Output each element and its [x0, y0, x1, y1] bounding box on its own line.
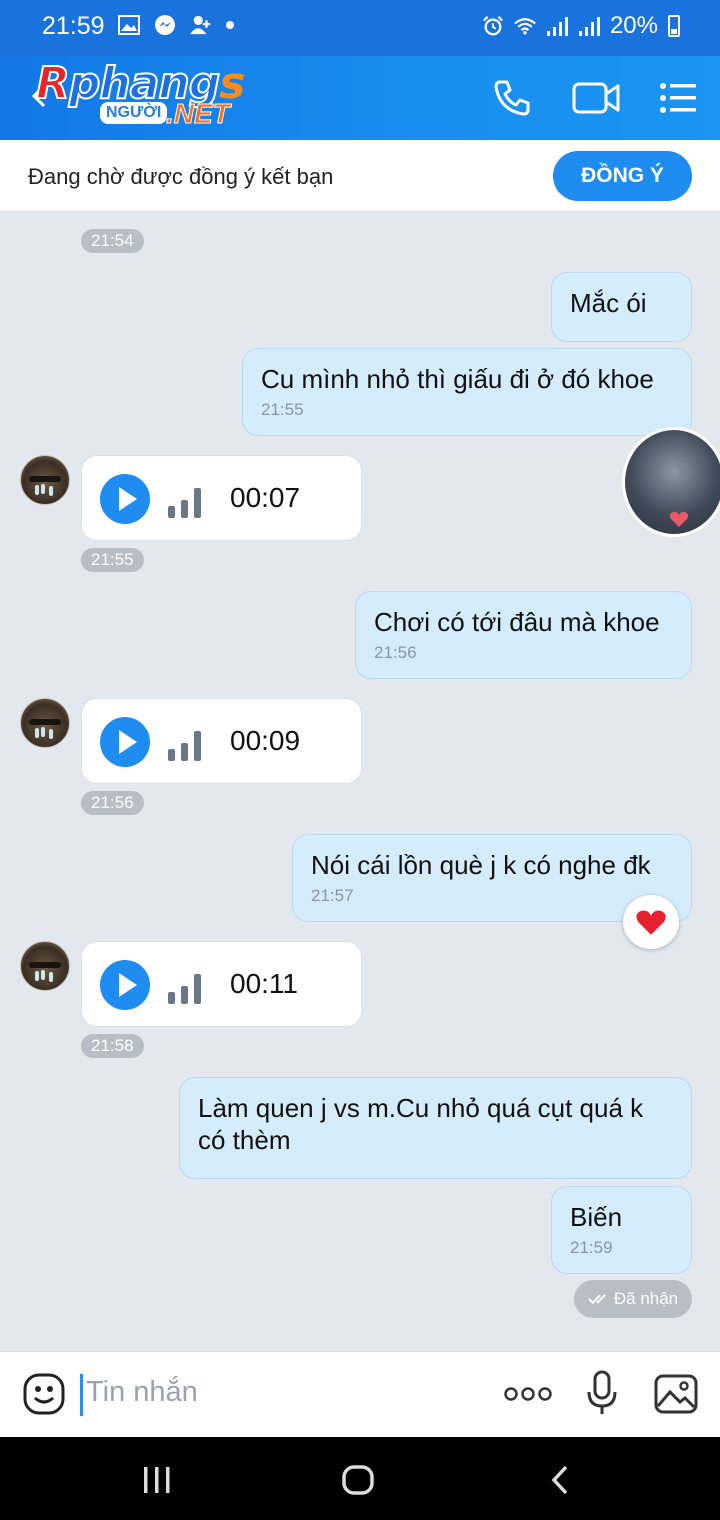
avatar[interactable]: [20, 698, 70, 748]
watermark-logo: Rphangs NGƯỜI .NET: [35, 57, 256, 138]
message-bubble-sent[interactable]: Cu mình nhỏ thì giấu đi ở đó khoe 21:55: [242, 348, 692, 436]
voice-message[interactable]: 00:11: [81, 941, 362, 1027]
heart-icon: [636, 910, 666, 935]
message-text: Cu mình nhỏ thì giấu đi ở đó khoe: [261, 364, 654, 394]
back-icon[interactable]: [550, 1465, 570, 1500]
message-text: Nói cái lồn què j k có nghe đk: [311, 850, 651, 880]
add-contact-icon: [190, 14, 212, 36]
gallery-icon: [118, 14, 140, 36]
logo-net: .NET: [166, 98, 231, 130]
logo-sub: NGƯỜI: [100, 102, 168, 124]
menu-icon[interactable]: [658, 78, 698, 123]
voice-message[interactable]: 00:07: [81, 455, 362, 541]
message-bubble-sent[interactable]: Làm quen j vs m.Cu nhỏ quá cụt quá k có …: [179, 1077, 692, 1179]
voice-duration: 00:09: [230, 725, 301, 756]
home-icon[interactable]: [342, 1465, 374, 1500]
message-text: Chơi có tới đâu mà khoe: [374, 607, 660, 637]
video-call-icon[interactable]: [572, 78, 620, 123]
phone-icon[interactable]: [492, 78, 532, 123]
timestamp-pill: 21:56: [81, 791, 144, 815]
microphone-icon[interactable]: [586, 1370, 618, 1423]
image-icon[interactable]: [654, 1374, 698, 1419]
alarm-icon: [482, 15, 504, 37]
double-check-icon: [588, 1294, 606, 1305]
battery-icon: [668, 15, 680, 37]
message-text: Làm quen j vs m.Cu nhỏ quá cụt quá k có …: [198, 1093, 644, 1155]
timestamp-pill: 21:55: [81, 548, 144, 572]
message-text: Mắc ói: [570, 288, 647, 318]
battery-level: 20%: [609, 12, 658, 39]
signal-icon: [578, 15, 600, 37]
text-caret: [80, 1374, 83, 1416]
message-bubble-sent[interactable]: Biến 21:59: [551, 1186, 692, 1274]
voice-duration: 00:07: [230, 482, 301, 513]
play-icon[interactable]: [100, 474, 150, 524]
voice-message[interactable]: 00:09: [81, 698, 362, 784]
audio-bars-icon: [168, 972, 208, 1004]
chat-header: Rphangs NGƯỜI .NET: [0, 56, 720, 140]
play-icon[interactable]: [100, 960, 150, 1010]
audio-bars-icon: [168, 486, 208, 518]
heart-icon: [669, 511, 689, 527]
message-time: 21:57: [311, 886, 354, 905]
message-bubble-sent[interactable]: Mắc ói: [551, 272, 692, 342]
more-icon[interactable]: [504, 1386, 552, 1407]
status-time: 21:59: [42, 12, 105, 40]
message-input[interactable]: Tin nhắn: [86, 1376, 198, 1409]
delivery-status: Đã nhận: [574, 1280, 692, 1318]
message-input-bar: Tin nhắn: [0, 1351, 720, 1437]
messenger-icon: [154, 14, 176, 36]
message-text: Biến: [570, 1202, 623, 1232]
emoji-icon[interactable]: [22, 1372, 66, 1421]
message-bubble-sent[interactable]: Chơi có tới đâu mà khoe 21:56: [355, 591, 692, 679]
voice-duration: 00:11: [230, 968, 298, 999]
message-time: 21:56: [374, 643, 417, 662]
timestamp-pill: 21:54: [81, 229, 144, 253]
play-icon[interactable]: [100, 717, 150, 767]
avatar[interactable]: [20, 455, 70, 505]
status-bar: 21:59 20%: [0, 0, 720, 56]
audio-bars-icon: [168, 729, 208, 761]
agree-button[interactable]: ĐỒNG Ý: [553, 151, 692, 201]
avatar[interactable]: [20, 941, 70, 991]
wifi-icon: [514, 15, 536, 37]
message-time: 21:55: [261, 400, 304, 419]
message-time: 21:59: [570, 1238, 613, 1257]
recent-apps-icon[interactable]: [142, 1467, 172, 1498]
signal-icon: [546, 15, 568, 37]
sticker-image[interactable]: [622, 427, 720, 537]
reaction-heart[interactable]: [623, 895, 679, 949]
timestamp-pill: 21:58: [81, 1034, 144, 1058]
delivery-status-text: Đã nhận: [613, 1289, 679, 1308]
friend-request-text: Đang chờ được đồng ý kết bạn: [28, 164, 334, 189]
dot-icon: [226, 21, 234, 29]
system-nav-bar: [0, 1437, 720, 1520]
